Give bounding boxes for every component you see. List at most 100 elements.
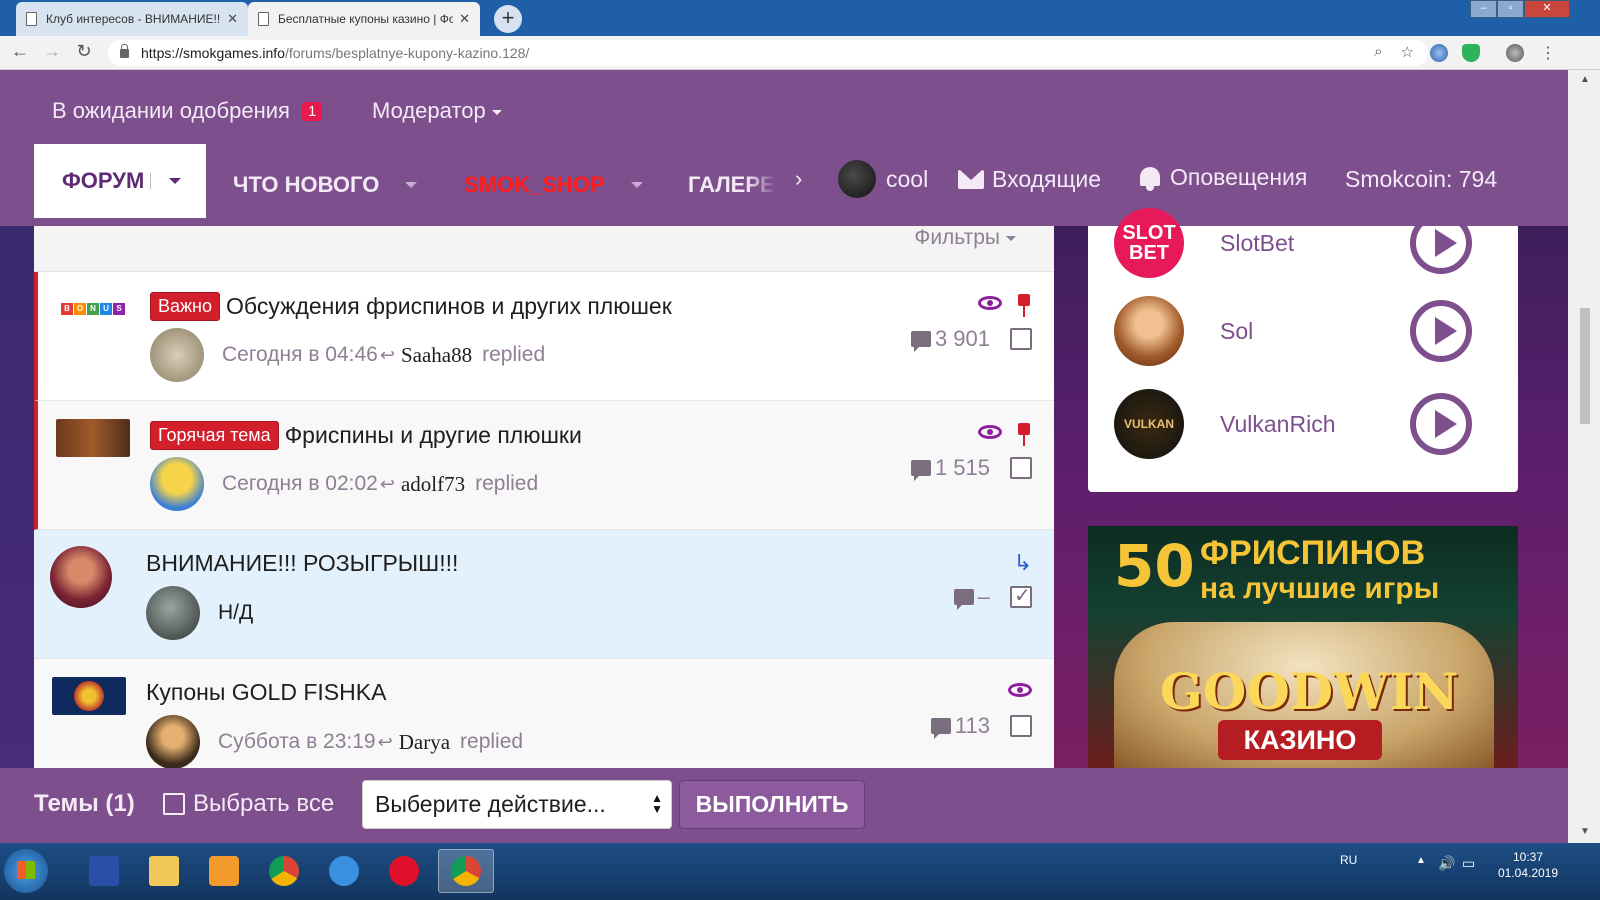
casino-item-sol[interactable]: Sol [1114,296,1494,366]
awaiting-approval-link[interactable]: В ожидании одобрения 1 [52,98,323,124]
new-tab-button[interactable]: + [494,5,522,33]
thread-title[interactable]: Обсуждения фриспинов и других плюшек [226,293,672,320]
alerts-label: Оповещения [1170,164,1308,190]
avatar[interactable] [150,457,204,511]
nav-scroll-right-icon[interactable]: › [795,166,802,192]
last-poster[interactable]: Saaha88 [401,343,472,368]
browser-menu-icon[interactable]: ⋮ [1536,43,1560,63]
nav-tab-smok-shop[interactable]: SMOK_SHOP [464,172,643,198]
alerts-link[interactable]: Оповещения [1138,164,1307,191]
scroll-down-icon[interactable]: ▼ [1580,826,1590,837]
page-background [0,226,34,768]
avatar[interactable] [146,586,200,640]
back-icon[interactable]: ← [8,41,32,62]
nav-whats-new-label: ЧТО НОВОГО [233,172,380,197]
taskbar-ie-icon[interactable] [322,849,366,893]
thread-row[interactable]: Горячая тема Фриспины и другие плюшки Се… [34,401,1054,530]
filters-menu[interactable]: Фильтры [914,226,1016,250]
play-icon[interactable] [1410,212,1472,274]
profile-avatar[interactable] [1506,44,1524,62]
moderator-menu[interactable]: Модератор [372,98,502,124]
action-select[interactable]: Выберите действие... ▲ ▼ [362,780,672,829]
thread-thumbnail[interactable] [56,419,130,457]
volume-icon[interactable]: 🔊 [1438,855,1455,872]
browser-tab-club[interactable]: Клуб интересов - ВНИМАНИЕ!!! ✕ [16,2,248,36]
taskbar-opera-icon[interactable] [382,849,426,893]
casino-item-slotbet[interactable]: SLOT BET SlotBet [1114,208,1494,278]
thread-select-checkbox[interactable] [1010,328,1032,350]
vpn-extension-icon[interactable] [1430,44,1448,62]
chevron-down-icon[interactable] [169,178,182,184]
thread-thumbnail[interactable] [52,677,126,715]
banner-headline: ФРИСПИНОВ [1200,534,1426,572]
close-tab-icon[interactable]: ✕ [459,11,470,27]
nav-tab-whats-new[interactable]: ЧТО НОВОГО [233,172,418,198]
thread-row[interactable]: BONUS Важно Обсуждения фриспинов и други… [34,272,1054,401]
select-arrows-icon: ▲ ▼ [651,791,663,816]
last-poster[interactable]: Darya [399,730,450,755]
network-icon[interactable]: ▭ [1462,855,1475,872]
casino-name[interactable]: SlotBet [1220,230,1410,257]
taskbar-folder-icon[interactable] [142,849,186,893]
nav-tab-forum[interactable]: ФОРУМ [34,144,206,218]
thread-title-line: ВНИМАНИЕ!!! РОЗЫГРЫШ!!! [146,550,458,577]
taskbar-save-app-icon[interactable] [82,849,126,893]
run-action-button[interactable]: ВЫПОЛНИТЬ [679,780,865,829]
last-post-time[interactable]: Сегодня в 04:46 [222,343,378,367]
select-all-control[interactable]: Выбрать все [163,790,334,818]
smokcoin-balance[interactable]: Smokcoin: 794 [1345,166,1497,193]
thread-title[interactable]: ВНИМАНИЕ!!! РОЗЫГРЫШ!!! [146,550,458,577]
chevron-down-icon[interactable] [405,182,418,188]
reload-icon[interactable]: ↻ [72,41,96,62]
zoom-icon[interactable]: ⌕ [1374,43,1382,61]
close-window-button[interactable]: ✕ [1524,0,1570,18]
prefix-label[interactable]: Горячая тема [150,421,279,450]
taskbar-chrome-active-icon[interactable] [438,849,494,893]
start-button[interactable] [4,849,48,893]
language-indicator[interactable]: RU [1340,853,1357,867]
avatar[interactable] [146,715,200,768]
shield-extension-icon[interactable] [1462,44,1480,62]
play-icon[interactable] [1410,300,1472,362]
select-all-checkbox[interactable] [163,793,185,815]
forward-icon[interactable]: → [40,41,64,62]
minimize-button[interactable]: – [1470,0,1497,18]
thread-row[interactable]: Купоны GOLD FISHKA Суббота в 23:19 ↩ Dar… [34,659,1054,768]
last-post-time[interactable]: Сегодня в 02:02 [222,472,378,496]
user-menu[interactable]: cool [838,160,928,198]
page-scrollbar[interactable]: ▲ ▼ [1568,70,1600,843]
play-icon[interactable] [1410,393,1472,455]
promo-banner[interactable]: 50 ФРИСПИНОВ на лучшие игры GOODWIN КАЗИ… [1088,526,1518,768]
browser-tab-coupons[interactable]: Бесплатные купоны казино | Фо ✕ [248,2,480,36]
scrollbar-thumb[interactable] [1580,308,1590,424]
avatar[interactable] [50,546,112,608]
thread-select-checkbox[interactable] [1010,457,1032,479]
thread-thumbnail[interactable]: BONUS [56,290,130,328]
thread-row[interactable]: ВНИМАНИЕ!!! РОЗЫГРЫШ!!! Н/Д ↳ – [34,530,1054,659]
maximize-button[interactable]: ▫ [1497,0,1524,18]
thread-title[interactable]: Купоны GOLD FISHKA [146,679,386,706]
last-post-time[interactable]: Суббота в 23:19 [218,730,376,754]
show-hidden-icons[interactable]: ▲ [1416,855,1426,866]
taskbar-chrome-icon[interactable] [262,849,306,893]
close-tab-icon[interactable]: ✕ [227,11,238,27]
thread-select-checkbox[interactable] [1010,583,1032,608]
casino-name[interactable]: Sol [1220,318,1410,345]
inbox-link[interactable]: Входящие [958,166,1101,193]
nav-divider [150,173,152,189]
thread-select-checkbox[interactable] [1010,715,1032,737]
bookmark-star-icon[interactable]: ☆ [1401,43,1414,61]
scroll-up-icon[interactable]: ▲ [1580,74,1590,85]
chevron-down-icon[interactable] [630,182,643,188]
clock[interactable]: 10:37 01.04.2019 [1488,849,1568,881]
thread-title[interactable]: Фриспины и другие плюшки [285,422,582,449]
casino-name[interactable]: VulkanRich [1220,411,1410,438]
avatar[interactable] [150,328,204,382]
taskbar-media-player-icon[interactable] [202,849,246,893]
casino-item-vulkanrich[interactable]: VULKAN VulkanRich [1114,389,1494,459]
nav-tab-gallery[interactable]: ГАЛЕРЕЯ [688,172,776,198]
last-poster[interactable]: adolf73 [401,472,465,497]
address-bar[interactable]: https://smokgames.info/forums/besplatnye… [108,40,1428,66]
prefix-label[interactable]: Важно [150,292,221,321]
reply-count: 113 [930,713,990,739]
